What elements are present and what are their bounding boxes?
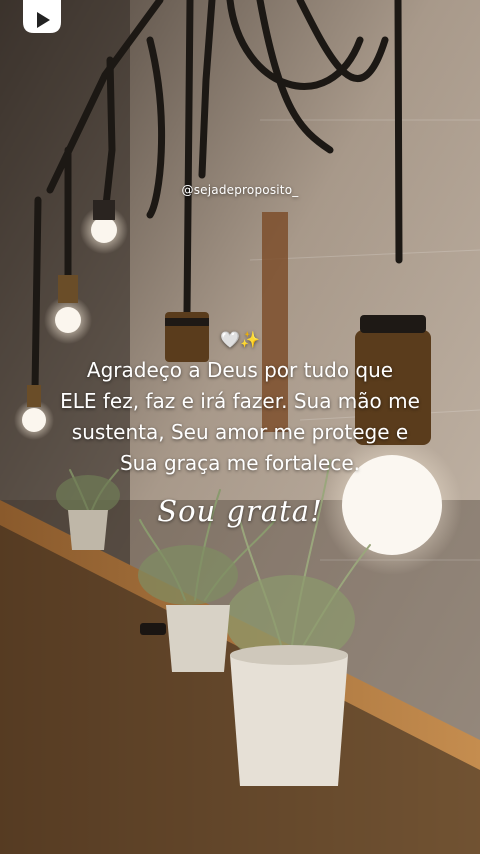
quote-line: Sua graça me fortalece. xyxy=(119,451,361,475)
play-logo-icon xyxy=(23,0,61,33)
quote-line: ELE fez, faz e irá fazer. Sua mão me xyxy=(60,389,420,413)
heart-sparkle-emoji: 🤍✨ xyxy=(220,330,260,349)
quote-text: Agradeço a Deus por tudo que ELE fez, fa… xyxy=(0,355,480,479)
story-frame: @sejadeproposito_ 🤍✨ Agradeço a Deus por… xyxy=(0,0,480,854)
signature-text: Sou grata! xyxy=(157,494,323,528)
account-handle: @sejadeproposito_ xyxy=(181,183,299,197)
quote-line: sustenta, Seu amor me protege e xyxy=(71,420,409,444)
quote-line: Agradeço a Deus por tudo que xyxy=(86,358,394,382)
